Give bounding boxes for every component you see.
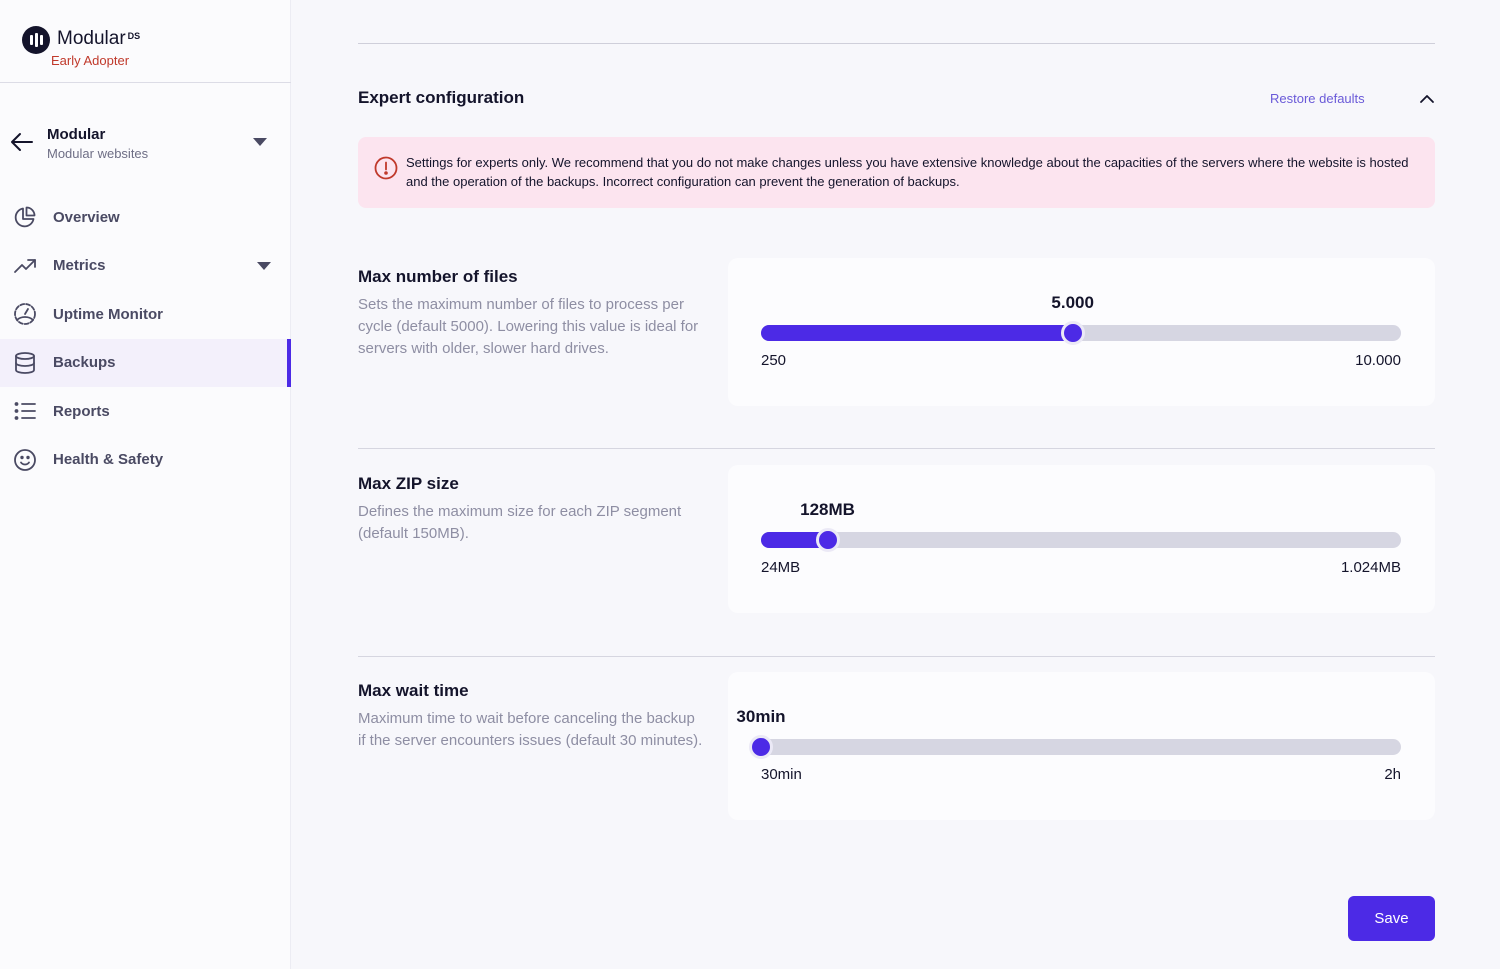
divider	[358, 656, 1435, 657]
alert-circle-icon	[374, 156, 398, 180]
setting-title: Max wait time	[358, 681, 469, 700]
sidebar-item-reports[interactable]: Reports	[0, 387, 291, 436]
main-content: Expert configuration Restore defaults Se…	[292, 0, 1500, 969]
sidebar-item-label: Uptime Monitor	[53, 305, 163, 323]
slider-fill	[761, 325, 1081, 341]
setting-description: Sets the maximum number of files to proc…	[358, 296, 699, 357]
pie-chart-icon	[12, 204, 38, 230]
restore-defaults-link[interactable]: Restore defaults	[1270, 91, 1365, 106]
chevron-down-icon[interactable]	[253, 138, 267, 146]
sidebar-item-label: Metrics	[53, 257, 106, 275]
slider-min-label: 250	[761, 352, 787, 369]
sidebar-item-label: Health & Safety	[53, 451, 164, 469]
slider-card: 30min 30min 2h	[728, 672, 1435, 820]
slider-card: 128MB 24MB 1.024MB	[728, 465, 1435, 613]
slider-max-label: 2h	[1384, 766, 1401, 783]
sidebar-item-label: Reports	[53, 402, 110, 420]
slider-min-label: 24MB	[761, 559, 801, 576]
smile-icon	[12, 447, 38, 473]
divider	[358, 448, 1435, 449]
sidebar-item-metrics[interactable]: Metrics	[0, 242, 291, 291]
brand-tagline: Early Adopter	[51, 53, 130, 68]
sidebar-item-overview[interactable]: Overview	[0, 193, 291, 242]
sidebar-nav: Overview Metrics Uptime Monitor Backups	[0, 193, 291, 484]
setting-title: Max number of files	[358, 267, 518, 286]
slider-card: 5.000 250 10.000	[728, 258, 1435, 406]
slider-value-label: 128MB	[800, 500, 855, 519]
chevron-down-icon[interactable]	[257, 261, 271, 270]
logo-mark-icon	[22, 26, 50, 54]
site-name: Modular	[47, 126, 106, 143]
slider-value-label: 5.000	[1051, 293, 1094, 312]
setting-description: Maximum time to wait before canceling th…	[358, 710, 703, 749]
site-subtitle: Modular websites	[47, 146, 149, 161]
sidebar-item-uptime-monitor[interactable]: Uptime Monitor	[0, 290, 291, 339]
max-files-slider[interactable]	[761, 321, 1401, 345]
section-title: Expert configuration	[358, 88, 525, 107]
sidebar-item-health-safety[interactable]: Health & Safety	[0, 436, 291, 485]
slider-thumb[interactable]	[815, 528, 840, 552]
brand-superscript: DS	[127, 31, 141, 41]
slider-max-label: 1.024MB	[1340, 559, 1401, 576]
sidebar: Modular DS Early Adopter Modular Modular …	[0, 0, 291, 969]
chevron-up-icon[interactable]	[1419, 91, 1435, 107]
gauge-icon	[12, 301, 38, 327]
setting-title: Max ZIP size	[358, 474, 459, 493]
sidebar-item-label: Overview	[53, 208, 120, 226]
alert-message: Settings for experts only. We recommend …	[406, 155, 1409, 189]
site-switcher[interactable]: Modular Modular websites	[0, 118, 291, 168]
divider	[358, 43, 1435, 44]
setting-description: Defines the maximum size for each ZIP se…	[358, 503, 682, 542]
slider-value-label: 30min	[736, 707, 786, 726]
expert-warning-alert: Settings for experts only. We recommend …	[358, 137, 1435, 208]
slider-max-label: 10.000	[1355, 352, 1401, 369]
slider-min-label: 30min	[761, 766, 802, 783]
save-button[interactable]: Save	[1348, 896, 1435, 941]
arrow-left-icon[interactable]	[9, 131, 35, 153]
slider-thumb[interactable]	[749, 735, 773, 759]
trending-up-icon	[12, 253, 38, 279]
max-wait-time-slider[interactable]	[749, 735, 1401, 759]
list-icon	[12, 398, 38, 424]
slider-thumb[interactable]	[1060, 321, 1085, 345]
database-icon	[12, 350, 38, 376]
brand-name: Modular	[57, 28, 126, 49]
sidebar-item-label: Backups	[53, 354, 116, 372]
sidebar-item-backups[interactable]: Backups	[0, 338, 291, 387]
max-zip-size-slider[interactable]	[761, 528, 1401, 552]
sidebar-divider	[0, 82, 291, 83]
